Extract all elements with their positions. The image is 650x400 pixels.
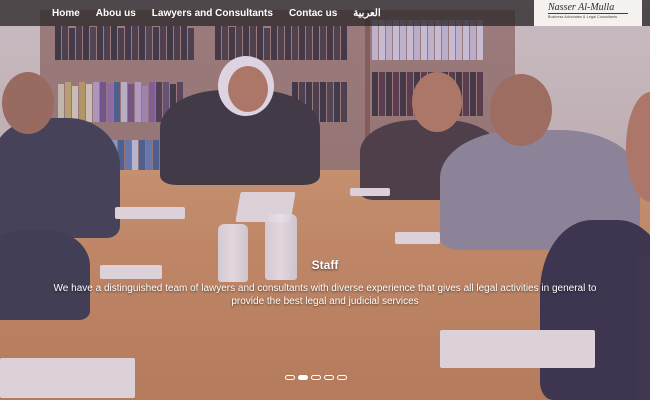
carousel-dot[interactable] (285, 375, 295, 380)
nav-about[interactable]: Abou us (96, 8, 136, 19)
image-tint-overlay (0, 0, 650, 400)
slide-text: We have a distinguished team of lawyers … (53, 283, 597, 307)
carousel-dot[interactable] (337, 375, 347, 380)
logo-divider (548, 13, 628, 14)
nav-home[interactable]: Home (52, 8, 80, 19)
carousel-dot[interactable] (324, 375, 334, 380)
carousel-dot[interactable] (311, 375, 321, 380)
brand-logo[interactable]: Nasser Al-Mulla Business Advocates & Leg… (534, 0, 642, 26)
carousel-indicators (285, 375, 347, 380)
carousel-dot[interactable] (298, 375, 308, 380)
slide-title: Staff (311, 258, 339, 272)
nav-contact[interactable]: Contac us (289, 8, 337, 19)
nav-arabic[interactable]: العربية (353, 8, 380, 19)
nav-lawyers[interactable]: Lawyers and Consultants (152, 8, 273, 19)
hero-slide-image (0, 0, 650, 400)
logo-brand-name: Nasser Al-Mulla (548, 2, 615, 13)
logo-tagline: Business Advocates & Legal Consultants (548, 15, 618, 19)
slide-caption: Staff We have a distinguished team of la… (0, 258, 650, 308)
